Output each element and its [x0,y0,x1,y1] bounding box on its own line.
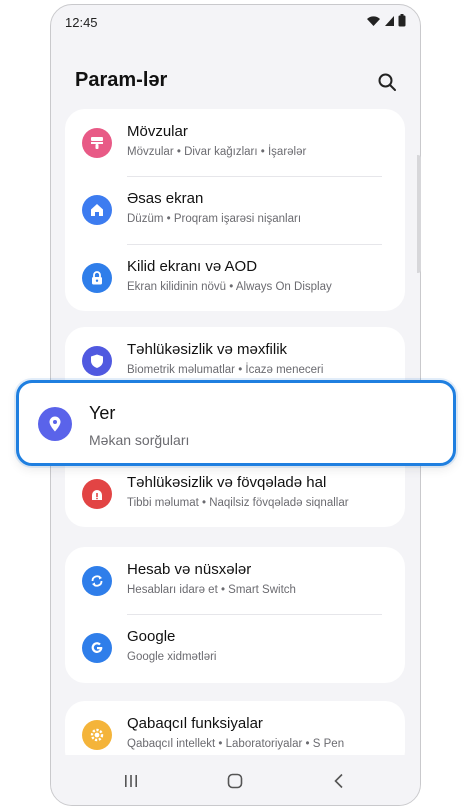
page-title: Param-lər [75,69,168,91]
settings-item-lock-screen[interactable]: Kilid ekranı və AOD Ekran kilidinin növü… [65,244,405,311]
wifi-icon [367,15,380,26]
settings-item-location-highlighted[interactable]: Yer Məkan sorğuları [16,380,456,466]
phone-side-button [417,155,421,273]
item-subtitle: Hesabları idarə et • Smart Switch [127,584,296,596]
search-button[interactable] [374,69,400,95]
settings-group-accounts: Hesab və nüsxələr Hesabları idarə et • S… [65,547,405,683]
item-subtitle: Mövzular • Divar kağızları • İşarələr [127,146,307,158]
shield-icon [82,346,112,376]
item-title: Təhlükəsizlik və fövqəladə hal [127,474,327,491]
item-title: Google [127,628,176,645]
item-subtitle: Düzüm • Proqram işarəsi nişanları [127,213,302,225]
item-title: Mövzular [127,123,188,140]
lock-icon [82,263,112,293]
sync-icon [82,566,112,596]
header: Param-lər [51,59,420,103]
home-icon [82,195,112,225]
item-subtitle: Məkan sorğuları [89,432,190,448]
status-bar: 12:45 [51,5,420,39]
settings-item-safety-emergency[interactable]: Təhlükəsizlik və fövqəladə hal Tibbi məl… [65,460,405,527]
settings-item-themes[interactable]: Mövzular Mövzular • Divar kağızları • İş… [65,109,405,176]
settings-item-home-screen[interactable]: Əsas ekran Düzüm • Proqram işarəsi nişan… [65,176,405,243]
gear-star-icon [82,720,112,750]
item-subtitle: Google xidmətləri [127,651,217,663]
recents-button[interactable] [119,769,143,793]
item-subtitle: Tibbi məlumat • Naqilsiz fövqəladə siqna… [127,497,349,509]
search-icon [378,73,396,91]
battery-icon [398,14,406,27]
item-title: Yer [89,403,116,423]
item-subtitle: Qabaqcıl intellekt • Laboratoriyalar • S… [127,738,345,750]
back-button[interactable] [327,769,351,793]
back-icon [334,773,343,789]
item-title: Kilid ekranı və AOD [127,258,258,275]
item-title: Hesab və nüsxələr [127,561,252,578]
item-title: Qabaqcıl funksiyalar [127,715,263,732]
settings-item-google[interactable]: Google Google xidmətləri [65,614,405,681]
home-button[interactable] [223,769,247,793]
item-subtitle: Ekran kilidinin növü • Always On Display [127,281,332,293]
navigation-bar [51,755,420,805]
google-icon [82,633,112,663]
recents-icon [125,775,137,787]
alert-icon [82,479,112,509]
status-time: 12:45 [65,15,98,30]
item-title: Təhlükəsizlik və məxfilik [127,341,288,358]
item-title: Əsas ekran [127,190,204,207]
palette-icon [82,128,112,158]
settings-item-accounts-backup[interactable]: Hesab və nüsxələr Hesabları idarə et • S… [65,547,405,614]
signal-icon [385,15,394,26]
item-subtitle: Biometrik məlumatlar • İcazə meneceri [127,364,324,376]
home-nav-icon [227,773,243,789]
location-pin-icon [38,407,72,441]
settings-group-personalization: Mövzular Mövzular • Divar kağızları • İş… [65,109,405,311]
status-icons [366,14,406,27]
